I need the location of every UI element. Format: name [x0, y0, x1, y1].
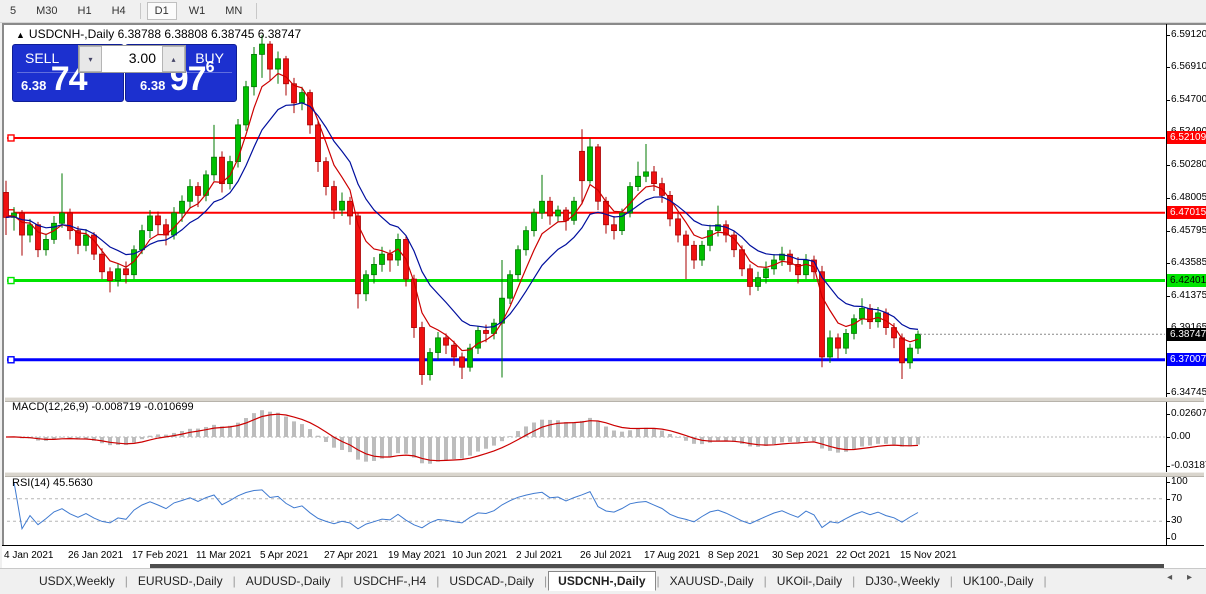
lot-size-control: ▾ 3.00 ▴: [78, 45, 186, 73]
chart-tab-usdx[interactable]: USDX,Weekly: [30, 572, 124, 590]
price-axis-tickmark: [1166, 67, 1170, 68]
chart-tab-ukoil[interactable]: UKOil-,Daily: [768, 572, 851, 590]
tab-separator: |: [764, 574, 767, 588]
chart-tab-usdcad[interactable]: USDCAD-,Daily: [440, 572, 543, 590]
hline-price-badge: 6.42401: [1167, 274, 1206, 287]
date-axis-label: 19 May 2021: [388, 550, 446, 561]
price-axis-tickmark: [1166, 296, 1170, 297]
date-axis-label: 10 Jun 2021: [452, 550, 507, 561]
macd-axis-tickmark: [1166, 414, 1170, 415]
price-axis-tickmark: [1166, 165, 1170, 166]
one-click-trading-panel: SELL 6.38 747 BUY 6.38 976 ▾ 3.00 ▴: [12, 44, 236, 101]
pane-separator[interactable]: [5, 472, 1204, 477]
rsi-axis-tickmark: [1166, 538, 1170, 539]
date-axis-label: 27 Apr 2021: [324, 550, 378, 561]
rsi-axis-tick: 100: [1171, 476, 1206, 487]
chart-title: ▲ USDCNH-,Daily 6.38788 6.38808 6.38745 6…: [16, 27, 301, 41]
rsi-axis-tickmark: [1166, 521, 1170, 522]
price-axis-tick: 6.41375: [1171, 290, 1206, 301]
rsi-axis-tick: 30: [1171, 515, 1206, 526]
date-axis-label: 17 Feb 2021: [132, 550, 188, 561]
rsi-axis-tick: 0: [1171, 532, 1206, 543]
date-axis-label: 26 Jul 2021: [580, 550, 632, 561]
tab-separator: |: [852, 574, 855, 588]
tab-separator: |: [950, 574, 953, 588]
price-axis-tick: 6.43585: [1171, 257, 1206, 268]
chart-tab-usdcnh[interactable]: USDCNH-,Daily: [548, 571, 655, 591]
price-axis-tickmark: [1166, 100, 1170, 101]
price-axis-tick: 6.50280: [1171, 159, 1206, 170]
hline-price-badge: 6.47015: [1167, 206, 1206, 219]
price-axis-tick: 6.54700: [1171, 94, 1206, 105]
macd-axis-tickmark: [1166, 437, 1170, 438]
date-axis-label: 22 Oct 2021: [836, 550, 890, 561]
date-axis-label: 17 Aug 2021: [644, 550, 700, 561]
chart-symbol-period: USDCNH-,Daily: [29, 27, 114, 41]
tab-separator: |: [125, 574, 128, 588]
rsi-axis-tickmark: [1166, 482, 1170, 483]
buy-price-fraction: 6: [206, 59, 215, 76]
hline-price-badge: 6.37007: [1167, 353, 1206, 366]
date-axis-label: 2 Jul 2021: [516, 550, 562, 561]
lot-size-input[interactable]: 3.00: [102, 46, 162, 72]
chart-tab-eurusd[interactable]: EURUSD-,Daily: [129, 572, 232, 590]
hline-price-badge: 6.52109: [1167, 131, 1206, 144]
tab-separator: |: [340, 574, 343, 588]
tab-scroll-arrows[interactable]: ◂ ▸: [1167, 572, 1198, 583]
price-axis-tick: 6.45795: [1171, 225, 1206, 236]
date-axis-label: 8 Sep 2021: [708, 550, 759, 561]
price-axis-tick: 6.48005: [1171, 192, 1206, 203]
price-axis-tickmark: [1166, 35, 1170, 36]
macd-indicator-label: MACD(12,26,9) -0.008719 -0.010699: [12, 401, 194, 413]
tab-separator: |: [233, 574, 236, 588]
chart-tab-uk100[interactable]: UK100-,Daily: [954, 572, 1043, 590]
macd-axis-tick: -0.03187: [1171, 460, 1206, 471]
sell-price-base: 6.38: [21, 78, 46, 93]
date-axis-label: 15 Nov 2021: [900, 550, 957, 561]
rsi-axis-tick: 70: [1171, 493, 1206, 504]
date-axis-label: 26 Jan 2021: [68, 550, 123, 561]
chart-tab-usdchf[interactable]: USDCHF-,H4: [345, 572, 436, 590]
macd-axis-tick: 0.00: [1171, 431, 1206, 442]
date-axis-label: 11 Mar 2021: [196, 550, 251, 561]
tab-separator: |: [657, 574, 660, 588]
collapse-triangle-icon: ▲: [16, 30, 25, 40]
tab-separator: |: [1044, 574, 1047, 588]
buy-price-base: 6.38: [140, 78, 165, 93]
lot-decrease-button[interactable]: ▾: [79, 46, 102, 72]
tab-separator: |: [436, 574, 439, 588]
date-axis-label: 5 Apr 2021: [260, 550, 308, 561]
current-price-badge: 6.38747: [1167, 328, 1206, 341]
date-axis-label: 30 Sep 2021: [772, 550, 829, 561]
price-axis-tickmark: [1166, 263, 1170, 264]
price-axis-tickmark: [1166, 393, 1170, 394]
price-axis-tickmark: [1166, 231, 1170, 232]
rsi-axis-tickmark: [1166, 499, 1170, 500]
symbol-tab-bar: USDX,Weekly|EURUSD-,Daily|AUDUSD-,Daily|…: [0, 568, 1206, 592]
chart-tab-xauusd[interactable]: XAUUSD-,Daily: [661, 572, 763, 590]
macd-axis-tick: 0.02607: [1171, 408, 1206, 419]
chart-tab-audusd[interactable]: AUDUSD-,Daily: [237, 572, 340, 590]
tab-separator: |: [544, 574, 547, 588]
lot-increase-button[interactable]: ▴: [162, 46, 185, 72]
chart-tab-dj30[interactable]: DJ30-,Weekly: [856, 572, 948, 590]
price-axis-tickmark: [1166, 198, 1170, 199]
macd-axis-tickmark: [1166, 466, 1170, 467]
date-axis: 4 Jan 2021 26 Jan 2021 17 Feb 2021 11 Mar 2…: [2, 545, 1204, 569]
chart-ohlc-values: 6.38788 6.38808 6.38745 6.38747: [118, 27, 302, 41]
price-axis-tick: 6.59120: [1171, 29, 1206, 40]
price-axis-tick: 6.56910: [1171, 61, 1206, 72]
rsi-indicator-label: RSI(14) 45.5630: [12, 477, 93, 489]
date-axis-label: 4 Jan 2021: [4, 550, 54, 561]
